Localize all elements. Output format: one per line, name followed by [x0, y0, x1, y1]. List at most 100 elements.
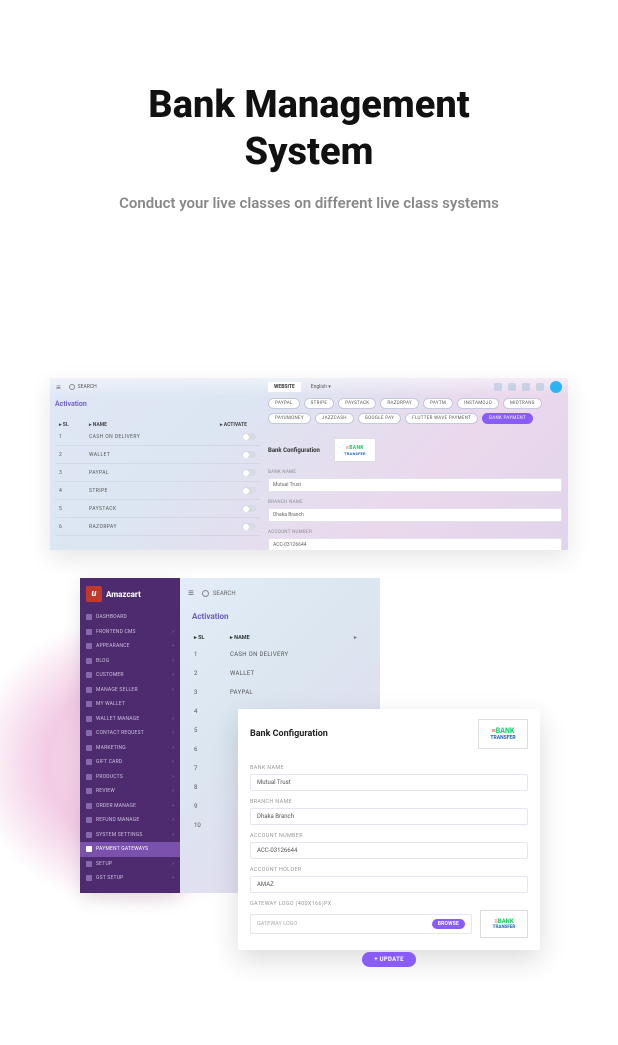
text-input[interactable]: ACC-03126644: [268, 538, 562, 550]
toggle-switch[interactable]: [242, 469, 256, 476]
sidebar-item[interactable]: SYSTEM SETTINGS›: [80, 828, 180, 843]
sidebar-item[interactable]: REVIEW›: [80, 784, 180, 799]
table-header: ▸ SL ▸ NAME ▸: [180, 631, 380, 645]
menu-item-icon: [86, 730, 92, 736]
screenshot-bank-config-form: Bank Configuration ≡BANK TRANSFER BANK N…: [238, 709, 540, 950]
sidebar-item[interactable]: REFUND MANAGE›: [80, 813, 180, 828]
sidebar-item[interactable]: APPEARANCE›: [80, 639, 180, 654]
sidebar-item[interactable]: PRODUCTS›: [80, 770, 180, 785]
search-icon: [202, 590, 209, 597]
field-label: BRANCH NAME: [268, 500, 562, 505]
menu-item-icon: [86, 672, 92, 678]
chevron-right-icon: ›: [172, 832, 174, 838]
sidebar-item[interactable]: MARKETING›: [80, 741, 180, 756]
sidebar-item[interactable]: DASHBOARD: [80, 610, 180, 625]
sidebar-item[interactable]: BLOG›: [80, 654, 180, 669]
menu-item-icon: [86, 716, 92, 722]
chevron-right-icon: ›: [172, 687, 174, 693]
chevron-right-icon: ›: [172, 745, 174, 751]
menu-icon[interactable]: ≡: [188, 588, 194, 599]
language-select[interactable]: English ▾: [305, 382, 337, 392]
gateway-pill[interactable]: PAYTM: [423, 398, 453, 409]
update-button[interactable]: + UPDATE: [362, 952, 416, 967]
field-label: ACCOUNT NUMBER: [250, 833, 528, 839]
sidebar: u Amazcart DASHBOARDFRONTEND CMS›APPEARA…: [80, 578, 180, 893]
search-input[interactable]: SEARCH: [202, 590, 236, 597]
chevron-right-icon: ›: [172, 875, 174, 881]
chevron-right-icon: ›: [172, 817, 174, 823]
bank-config-title: Bank Configuration: [268, 447, 320, 454]
brand-logo[interactable]: u Amazcart: [80, 578, 180, 610]
browse-button[interactable]: BROWSE: [432, 919, 465, 929]
menu-item-icon: [86, 745, 92, 751]
chevron-right-icon: ›: [172, 672, 174, 678]
gateway-pill[interactable]: PAYSTACK: [338, 398, 376, 409]
text-input[interactable]: AMAZ: [250, 876, 528, 893]
gateway-pill[interactable]: FLUTTER WAVE PAYMENT: [405, 413, 478, 424]
text-input[interactable]: Mutual Trust: [250, 774, 528, 791]
gateway-pill[interactable]: GOOGLE PAY: [358, 413, 401, 424]
sidebar-item[interactable]: PAYMENT GATEWAYS: [80, 842, 180, 857]
table-row: 4STRIPE: [55, 482, 260, 500]
chevron-right-icon: ›: [172, 759, 174, 765]
text-input[interactable]: Dhaka Branch: [268, 508, 562, 522]
text-input[interactable]: Dhaka Branch: [250, 808, 528, 825]
sidebar-item[interactable]: GIFT CARD›: [80, 755, 180, 770]
gateway-pill[interactable]: PAYUMONEY: [268, 413, 311, 424]
toggle-switch[interactable]: [242, 505, 256, 512]
sidebar-item[interactable]: FRONTEND CMS›: [80, 625, 180, 640]
chevron-right-icon: ›: [172, 803, 174, 809]
sidebar-item[interactable]: ORDER MANAGE›: [80, 799, 180, 814]
sidebar-item[interactable]: CUSTOMER›: [80, 668, 180, 683]
toggle-switch[interactable]: [242, 433, 256, 440]
menu-item-icon: [86, 629, 92, 635]
bank-transfer-logo: ≡BANK TRANSFER: [334, 438, 376, 462]
toggle-switch[interactable]: [242, 451, 256, 458]
toggle-switch[interactable]: [242, 523, 256, 530]
menu-item-icon: [86, 817, 92, 823]
bank-transfer-logo-preview: ≡BANK TRANSFER: [480, 910, 528, 938]
menu-item-icon: [86, 643, 92, 649]
toggle-switch[interactable]: [242, 487, 256, 494]
field-label: GATEWAY LOGO (400X166)PX: [250, 901, 528, 907]
gateway-pill[interactable]: STRIPE: [304, 398, 335, 409]
field-label: ACCOUNT NUMBER: [268, 530, 562, 535]
gateway-pill[interactable]: JAZZCASH: [315, 413, 354, 424]
gateway-pill[interactable]: INSTAMOJO: [457, 398, 499, 409]
gateway-pill[interactable]: MIDTRANS: [503, 398, 542, 409]
logo-upload-input[interactable]: GATEWAY LOGO BROWSE: [250, 914, 472, 934]
menu-item-icon: [86, 861, 92, 867]
sidebar-item[interactable]: CONTACT REQUEST›: [80, 726, 180, 741]
menu-icon[interactable]: ≡: [56, 383, 61, 392]
bank-transfer-logo: ≡BANK TRANSFER: [478, 719, 528, 749]
text-input[interactable]: Mutual Trust: [268, 478, 562, 492]
chevron-right-icon: ›: [172, 788, 174, 794]
gateway-pill[interactable]: RAZORPAY: [380, 398, 419, 409]
menu-item-icon: [86, 687, 92, 693]
tab-website[interactable]: WEBSITE: [268, 382, 301, 392]
field-label: BANK NAME: [250, 765, 528, 771]
chevron-right-icon: ›: [172, 774, 174, 780]
gateway-pill[interactable]: BANK PAYMENT: [482, 413, 533, 424]
activation-title: Activation: [55, 400, 260, 408]
table-row: 5PAYSTACK: [55, 500, 260, 518]
menu-item-icon: [86, 701, 92, 707]
sidebar-item[interactable]: WALLET MANAGE›: [80, 712, 180, 727]
gateway-pill[interactable]: PAYPAL: [268, 398, 300, 409]
table-row: 3PAYPAL: [55, 464, 260, 482]
menu-item-icon: [86, 614, 92, 620]
sidebar-item[interactable]: MANAGE SELLER›: [80, 683, 180, 698]
sidebar-item[interactable]: MY WALLET: [80, 697, 180, 712]
screenshot-bank-config-wide: ≡ SEARCH Activation ▸ SL ▸ NAME ▸ ACTIVA…: [50, 378, 568, 550]
table-row: 1CASH ON DELIVERY: [55, 428, 260, 446]
search-input[interactable]: SEARCH: [69, 384, 97, 390]
table-header: ▸ SL ▸ NAME ▸ ACTIVATE: [55, 422, 260, 428]
text-input[interactable]: ACC-03126644: [250, 842, 528, 859]
chevron-right-icon: ›: [172, 730, 174, 736]
sidebar-item[interactable]: SETUP›: [80, 857, 180, 872]
chevron-right-icon: ›: [172, 629, 174, 635]
chevron-right-icon: ›: [172, 658, 174, 664]
sidebar-item[interactable]: GST SETUP›: [80, 871, 180, 886]
activation-title: Activation: [180, 608, 380, 625]
gateway-pills: PAYPAL STRIPEPAYSTACK RAZORPAY PAYTM INSTAMO…: [268, 398, 562, 424]
